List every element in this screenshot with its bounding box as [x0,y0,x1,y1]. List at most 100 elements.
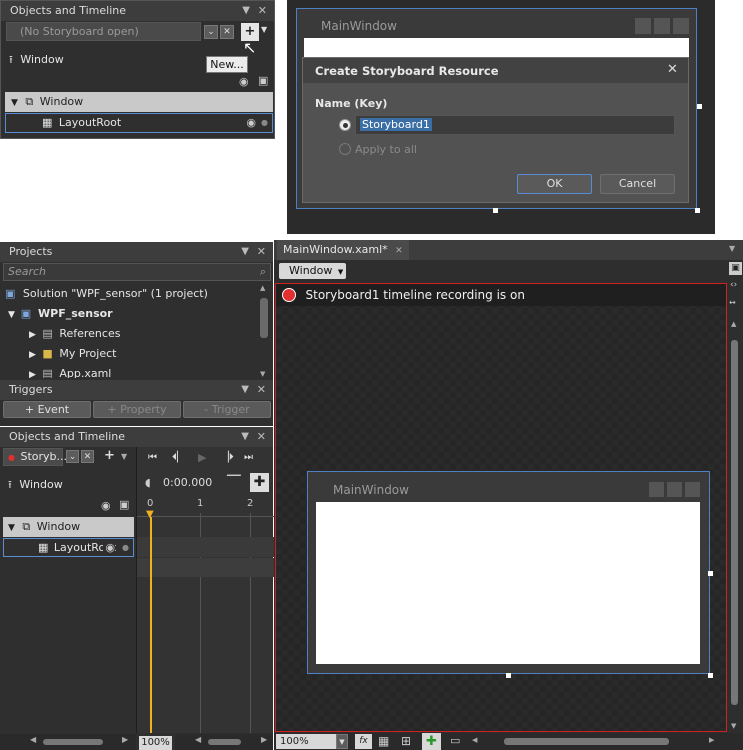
xaml-view-icon[interactable]: ‹› [730,280,737,290]
resize-handle[interactable] [708,673,713,678]
tree-item-solution[interactable]: ▣ Solution "WPF_sensor" (1 project) [5,287,208,300]
tree-item-layoutroot[interactable]: ▦ LayoutRoot ◉ ● [3,538,134,557]
pin-icon[interactable]: ▼ [241,380,249,400]
scrollbar-thumb[interactable] [731,340,738,705]
lock-icon[interactable]: ▣ [119,498,129,511]
add-property-button[interactable]: + Property [93,401,181,418]
time-display[interactable]: 0:00.000 [163,476,212,489]
vertical-scrollbar[interactable]: ▲ ▼ [730,320,740,730]
snap-grid-icon[interactable]: ⊞ [401,734,411,748]
tab-mainwindow-xaml[interactable]: MainWindow.xaml* ✕ [277,240,409,260]
chevron-down-icon: ▼ [337,268,344,276]
tab-label: MainWindow.xaml* [283,243,388,256]
resize-handle[interactable] [708,571,713,576]
timeline-zoom[interactable]: 100% [139,736,172,750]
lock-dot-icon[interactable]: ● [261,114,268,132]
first-frame-button[interactable]: ⏮ [148,452,157,463]
scrollbar-thumb[interactable] [208,739,241,745]
ok-button[interactable]: OK [517,174,592,194]
window-scope-row[interactable]: ⭱ Window [9,51,64,70]
storyboard-picker[interactable]: ● Storyb... [3,448,67,466]
recording-text: Storyboard1 timeline recording is on [305,288,525,302]
close-storyboard-icon[interactable]: ✕ [81,450,94,463]
solution-icon: ▣ [5,287,16,300]
annotations-icon[interactable]: ▭ [450,734,460,747]
storyboard-dropdown-icon[interactable]: ⌄ [204,25,218,39]
zoom-dropdown-icon[interactable]: ▼ [336,734,348,749]
name-key-input[interactable]: Storyboard1 [355,115,675,135]
close-storyboard-icon[interactable]: ✕ [220,25,234,39]
resize-handle[interactable] [695,208,700,213]
record-keyframe-icon[interactable]: ◖ [145,476,151,489]
tree-item-layoutroot[interactable]: ▦ LayoutRoot ◉ ● [5,113,273,133]
close-icon[interactable]: ✕ [257,380,266,400]
scrollbar-thumb[interactable] [504,738,669,745]
tree-item-window[interactable]: ▼ ⧉ Window [3,517,134,537]
lock-dot-icon[interactable]: ● [122,539,129,556]
pin-icon[interactable]: ▼ [241,242,249,262]
canvas-window-frame[interactable]: MainWindow [307,471,710,674]
grid-toggle-icon[interactable]: ▦ [378,734,389,748]
playhead-line[interactable] [150,517,152,733]
eye-icon[interactable]: ◉ [239,75,249,88]
tree-item-app-xaml[interactable]: ▶ ▤ App.xaml [29,367,111,378]
window-tree-icon: ⧉ [25,95,34,108]
canvas-content-area[interactable] [316,502,700,664]
resize-handle[interactable] [697,104,702,109]
previous-frame-button[interactable]: ⏴▏ [172,452,185,463]
resize-handle[interactable] [506,673,511,678]
designer-content-area [304,38,689,58]
breadcrumb-label: Window [289,264,333,277]
cancel-button[interactable]: Cancel [600,174,675,194]
tree-item-window[interactable]: ▼ ⧉ Window [5,92,273,112]
name-radio[interactable] [339,119,351,131]
close-icon[interactable]: ✕ [257,427,266,447]
new-storyboard-icon[interactable]: + [104,448,115,463]
tree-item-my-project[interactable]: ▶ ■ My Project [29,347,116,360]
effects-toggle-icon[interactable]: fx [355,734,372,749]
tree-item-project[interactable]: ▼ ▣ WPF_sensor [8,307,113,320]
close-icon[interactable]: ✕ [258,1,267,21]
projects-scrollbar[interactable]: ▲ ▼ [259,284,269,378]
lock-icon[interactable]: ▣ [258,74,268,87]
window-tree-icon: ⧉ [22,520,31,533]
artboard[interactable]: Storyboard1 timeline recording is on Mai… [275,283,727,732]
pin-icon[interactable]: ▼ [242,1,250,21]
projects-search-input[interactable]: Search ⌕ [3,263,271,281]
play-button[interactable]: ▶ [198,451,206,464]
add-event-button[interactable]: + Event [3,401,91,418]
snap-icon[interactable]: ▔▔ [227,476,241,486]
tab-close-icon[interactable]: ✕ [395,246,403,256]
window-scope-row[interactable]: ⭱ Window [8,476,63,495]
eye-icon[interactable]: ◉ [101,499,111,512]
apply-all-radio[interactable] [339,143,351,155]
timeline-horizontal-scrollbar[interactable]: ◀ ▶ [175,734,273,750]
split-view-icon[interactable]: ↔ [729,298,736,307]
scrollbar-thumb[interactable] [260,298,268,338]
dialog-close-icon[interactable]: ✕ [667,62,678,77]
eye-icon[interactable]: ◉ [103,539,115,556]
resize-handle[interactable] [493,208,498,213]
remove-trigger-button[interactable]: - Trigger [183,401,271,418]
tab-overflow-icon[interactable]: ▼ [729,244,735,253]
editor-zoom[interactable]: 100% [276,734,338,749]
close-icon[interactable]: ✕ [257,242,266,262]
breadcrumb-window-button[interactable]: Window ▼ [279,263,346,279]
snap-lines-icon[interactable]: ✚ [422,733,441,750]
tree-item-references[interactable]: ▶ ▤ References [29,327,120,340]
new-storyboard-dropdown-icon[interactable]: ▼ [261,25,267,34]
storyboard-selector[interactable]: (No Storyboard open) [6,22,201,41]
storyboard-dropdown-icon[interactable]: ⌄ [66,450,79,463]
last-frame-button[interactable]: ⏭ [244,452,253,463]
scrollbar-thumb[interactable] [43,739,103,745]
search-icon[interactable]: ⌕ [260,264,266,280]
zoom-to-fit-button[interactable]: ✚ [250,473,269,492]
design-view-icon[interactable]: ▣ [729,262,742,275]
editor-horizontal-scrollbar[interactable]: ◀ ▶ [472,735,722,748]
tree-horizontal-scrollbar[interactable]: ◀ ▶ [0,734,136,750]
timeline-ruler[interactable] [137,497,274,517]
pin-icon[interactable]: ▼ [241,427,249,447]
next-frame-button[interactable]: ▕⏵ [221,452,234,463]
new-storyboard-dropdown-icon[interactable]: ▼ [121,452,127,461]
eye-icon[interactable]: ◉ [246,114,256,132]
